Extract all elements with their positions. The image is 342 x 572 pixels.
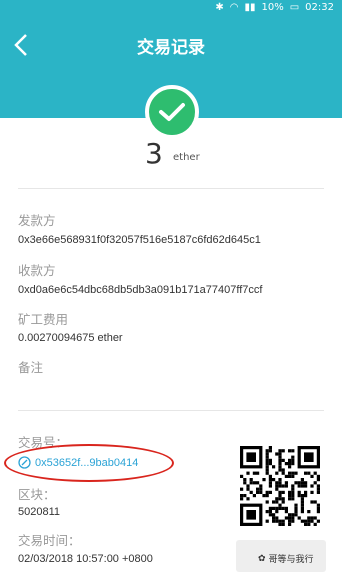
wechat-icon: ✿	[258, 553, 266, 564]
qr-code-image	[236, 440, 324, 532]
divider	[18, 410, 324, 411]
watermark: ✿ 哥等与我行	[258, 552, 314, 566]
note-label: 备注	[18, 360, 44, 375]
page-title: 交易记录	[137, 38, 205, 58]
nav-bar: 交易记录	[0, 17, 342, 73]
clock: 02:32	[305, 2, 334, 13]
time-label: 交易时间：	[18, 533, 81, 548]
sender-address: 0x3e66e568931f0f32057f516e5187c6fd62d645…	[18, 234, 261, 246]
fee-value: 0.00270094675 ether	[18, 332, 123, 344]
time-value: 02/03/2018 10:57:00 +0800	[18, 553, 153, 565]
receiver-address: 0xd0a6e6c54dbc68db5db3a091b171a77407ff7c…	[18, 284, 263, 296]
block-label: 区块：	[18, 487, 56, 502]
amount-unit: ether	[173, 152, 200, 163]
divider	[18, 188, 324, 189]
wifi-icon: ◠	[229, 2, 239, 13]
block-value: 5020811	[18, 506, 61, 518]
signal-icon: ▮▮	[244, 2, 256, 13]
amount-value: 3	[145, 137, 163, 170]
watermark-text: 哥等与我行	[268, 555, 314, 565]
battery-icon: ▭	[289, 2, 300, 13]
status-bar: ✱ ◠ ▮▮ 10% ▭ 02:32	[0, 0, 342, 17]
receiver-label: 收款方	[18, 263, 56, 278]
bluetooth-icon: ✱	[215, 2, 224, 13]
success-check-icon	[145, 85, 199, 139]
fee-label: 矿工费用	[18, 312, 69, 327]
highlight-ellipse	[4, 444, 174, 482]
battery-percent: 10%	[261, 2, 284, 13]
sender-label: 发款方	[18, 213, 56, 228]
